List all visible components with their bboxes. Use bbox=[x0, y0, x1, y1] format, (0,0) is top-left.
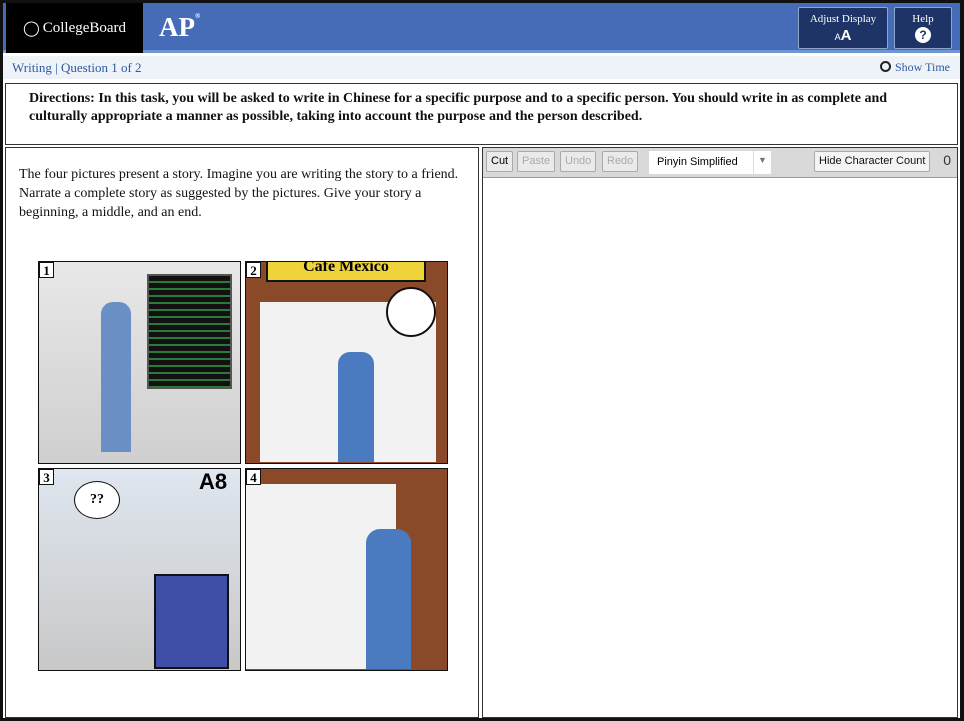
editor-toolbar: Cut Paste Undo Redo Pinyin Simplified ▼ H… bbox=[483, 148, 957, 178]
character-count: 0 bbox=[943, 152, 951, 168]
dropdown-arrow-icon: ▼ bbox=[753, 151, 771, 174]
directions: Directions: In this task, you will be as… bbox=[5, 83, 958, 145]
help-icon: ? bbox=[915, 27, 931, 43]
comic-panel-1: 1 bbox=[38, 261, 241, 464]
comic-strip: 1 2 Cafe Mexico 3 A8 ?? 4 bbox=[38, 261, 449, 671]
hide-character-count-button[interactable]: Hide Character Count bbox=[814, 151, 931, 172]
clock-icon bbox=[879, 61, 891, 72]
comic-panel-2: 2 Cafe Mexico bbox=[245, 261, 448, 464]
adjust-display-button[interactable]: Adjust Display AA bbox=[798, 7, 888, 49]
cut-button[interactable]: Cut bbox=[486, 151, 514, 172]
redo-button[interactable]: Redo bbox=[602, 151, 639, 172]
acorn-icon: ◯ bbox=[22, 20, 40, 37]
paste-button[interactable]: Paste bbox=[517, 151, 556, 172]
undo-button[interactable]: Undo bbox=[560, 151, 597, 172]
input-method-select[interactable]: Pinyin Simplified ▼ bbox=[649, 151, 771, 174]
collegeboard-logo: ◯ CollegeBoard bbox=[6, 3, 143, 53]
prompt-panel: The four pictures present a story. Imagi… bbox=[5, 147, 479, 718]
comic-panel-3: 3 A8 ?? bbox=[38, 468, 241, 671]
header: ◯ CollegeBoard AP® Adjust Display AA Help? bbox=[3, 3, 960, 53]
help-button[interactable]: Help? bbox=[894, 7, 952, 49]
text-size-icon: AA bbox=[834, 27, 852, 44]
subheader: Writing | Question 1 of 2 Show Time bbox=[3, 56, 960, 79]
prompt-text: The four pictures present a story. Imagi… bbox=[19, 167, 459, 220]
show-time-button[interactable]: Show Time bbox=[879, 60, 950, 75]
ap-logo: AP® bbox=[159, 12, 201, 42]
response-textarea[interactable] bbox=[483, 179, 957, 717]
question-indicator: Writing | Question 1 of 2 bbox=[12, 60, 142, 75]
response-panel: Cut Paste Undo Redo Pinyin Simplified ▼ H… bbox=[482, 147, 958, 718]
comic-panel-4: 4 bbox=[245, 468, 448, 671]
